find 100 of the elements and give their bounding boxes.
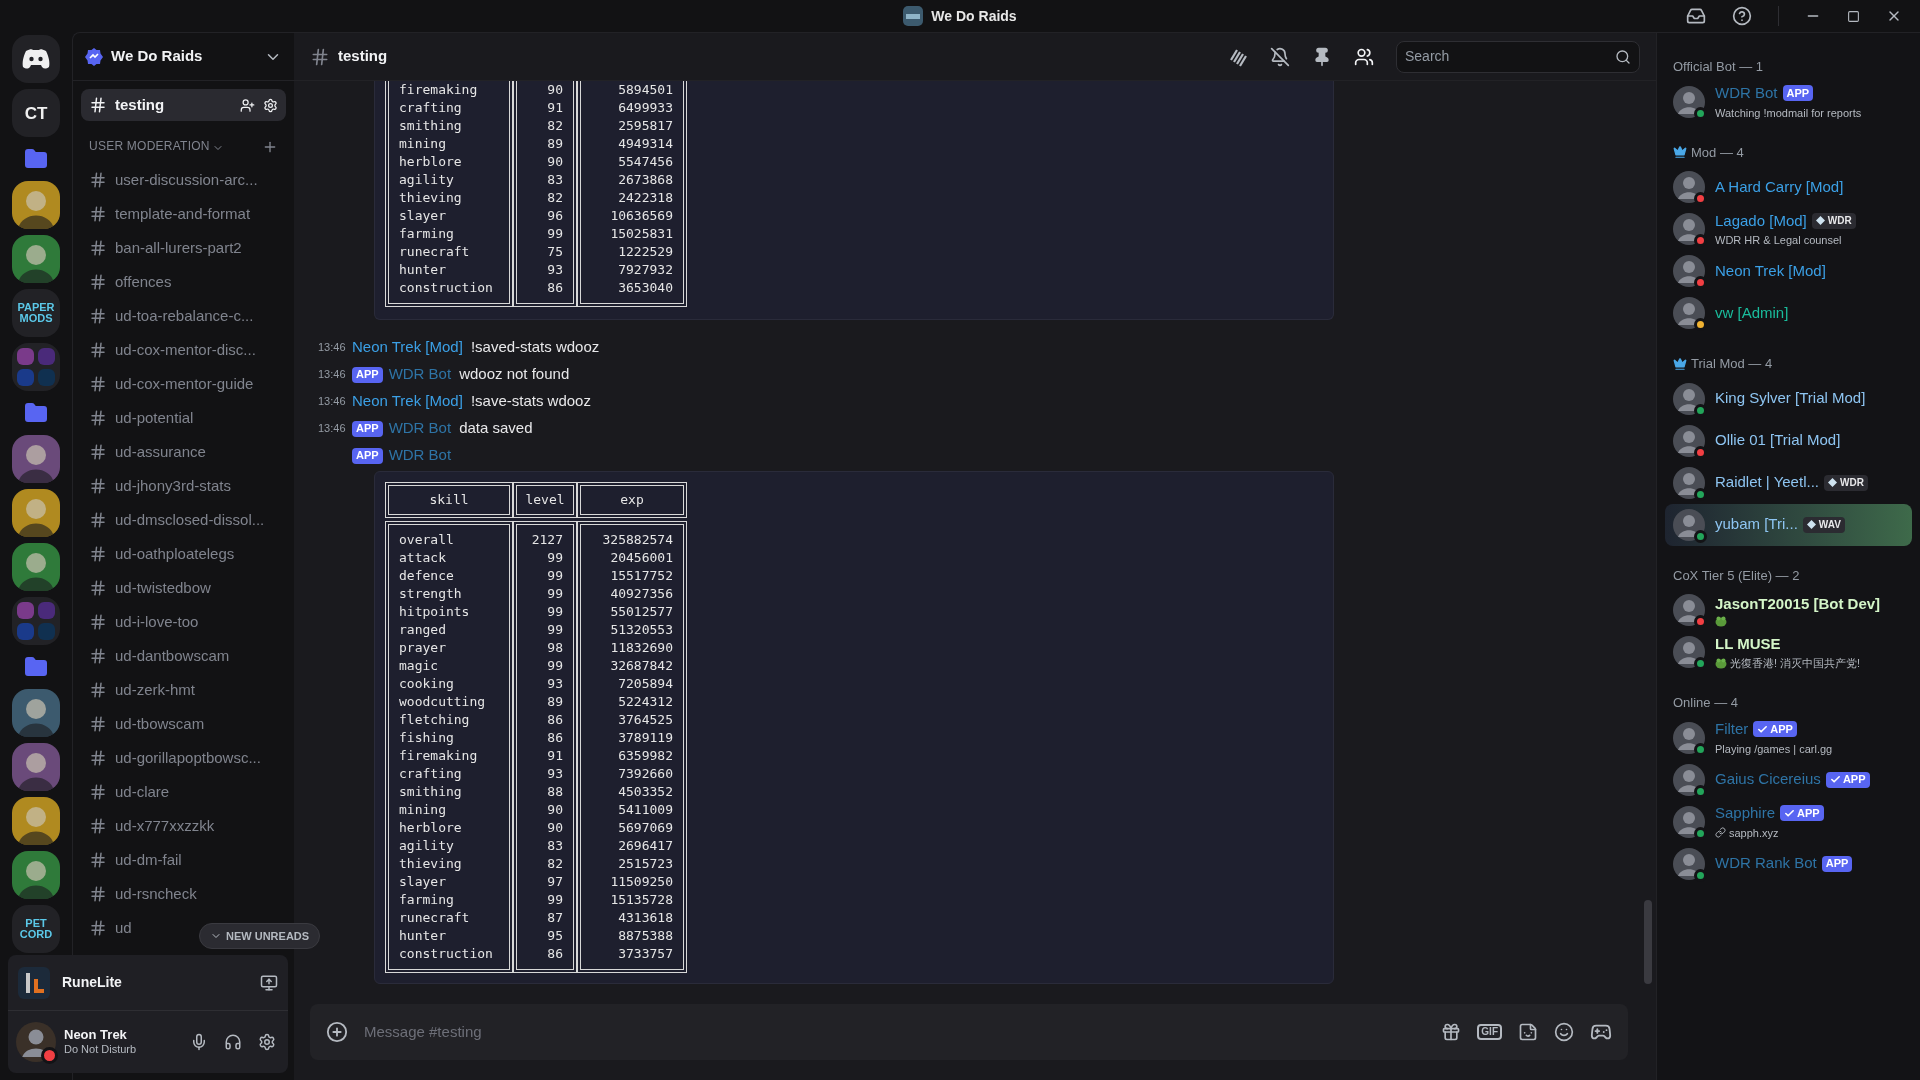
settings-icon[interactable]	[258, 1033, 276, 1051]
channel-item[interactable]: ud-twistedbow	[115, 576, 211, 600]
channel-item[interactable]: ud-clare	[115, 780, 170, 804]
message-field[interactable]: Message #testing GIF	[310, 1004, 1628, 1060]
guild-tag: WDR	[1823, 474, 1868, 491]
member-name[interactable]: Ollie 01 [Trial Mod]	[1715, 429, 1841, 452]
folder-icon[interactable]	[24, 655, 48, 679]
author-name[interactable]: WDR Bot	[388, 444, 452, 467]
server-icon[interactable]: PAPER MODS	[12, 289, 60, 337]
column-header: skill	[429, 491, 469, 509]
headphones-icon[interactable]	[224, 1033, 242, 1051]
help-icon[interactable]	[1732, 6, 1752, 26]
channel-item[interactable]: offences	[115, 270, 172, 294]
guild-tag: WDR	[1811, 212, 1856, 229]
gif-button[interactable]: GIF	[1477, 1024, 1502, 1040]
new-unreads-pill[interactable]: NEW UNREADS	[199, 923, 321, 949]
scrollbar-thumb[interactable]	[1644, 900, 1652, 984]
channel-item[interactable]: user-discussion-arc...	[115, 168, 258, 192]
channel-item[interactable]: ud-cox-mentor-guide	[115, 372, 254, 396]
server-icon[interactable]: PET CORD	[12, 905, 60, 953]
channel-item[interactable]: ud-gorillapoptbowsc...	[115, 746, 261, 770]
add-icon[interactable]	[326, 1021, 348, 1043]
channel-title: testing	[338, 46, 388, 67]
channel-item[interactable]: testing	[81, 89, 286, 121]
member-name[interactable]: A Hard Carry [Mod]	[1715, 175, 1844, 199]
author-name[interactable]: Neon Trek [Mod]	[352, 390, 463, 413]
mute-icon[interactable]	[1270, 46, 1290, 67]
channel-item[interactable]: ud-rsncheck	[115, 882, 197, 906]
members-icon[interactable]	[1354, 46, 1374, 67]
member-name[interactable]: JasonT20015 [Bot Dev]	[1715, 592, 1881, 616]
member-name[interactable]: WDR Bot	[1715, 82, 1778, 105]
table-cell-text: 83	[546, 837, 564, 855]
microphone-icon[interactable]	[190, 1033, 208, 1051]
gift-icon[interactable]	[1441, 1022, 1462, 1042]
author-name[interactable]: WDR Bot	[388, 417, 452, 440]
app-tag: APP	[1780, 805, 1824, 822]
member-name[interactable]: King Sylver [Trial Mod]	[1715, 387, 1866, 410]
member-name[interactable]: Sapphire	[1715, 802, 1776, 825]
member-name[interactable]: Raidlet | Yeetl...	[1715, 471, 1819, 494]
table-cell-text: overall	[398, 531, 455, 549]
search-field[interactable]: Search	[1396, 40, 1640, 73]
folder-icon[interactable]	[24, 147, 48, 171]
search-input[interactable]: Search	[1405, 46, 1615, 67]
channel-item[interactable]: ban-all-lurers-part2	[115, 236, 242, 260]
message-text: wdooz not found	[459, 364, 570, 385]
channel-item[interactable]: ud	[115, 916, 132, 940]
member-name[interactable]: Lagado [Mod]	[1715, 209, 1807, 232]
category-header[interactable]: USER MODERATION	[89, 137, 210, 155]
table-cell-text: 99	[546, 585, 564, 603]
channel-item[interactable]: ud-cox-mentor-disc...	[115, 338, 256, 362]
member-name[interactable]: WDR Rank Bot	[1715, 852, 1817, 875]
channel-item[interactable]: ud-tbowscam	[115, 712, 205, 736]
timestamp: 13:46	[318, 421, 346, 437]
table-cell-text: 87	[546, 909, 564, 927]
group-header: Online — 4	[1673, 694, 1739, 712]
channel-item[interactable]: ud-zerk-hmt	[115, 678, 196, 702]
member-row[interactable]: yubam [Tri... WAV	[1665, 503, 1912, 546]
pin-icon[interactable]	[1312, 46, 1332, 67]
maximize-icon[interactable]	[1847, 9, 1860, 23]
channel-item[interactable]: ud-assurance	[115, 440, 206, 464]
channel-item[interactable]: ud-jhony3rd-stats	[115, 474, 231, 498]
channel-item[interactable]: template-and-format	[115, 202, 251, 226]
channel-item[interactable]: ud-dantbowscam	[115, 644, 230, 668]
table-cell-text: agility	[398, 171, 455, 189]
member-name[interactable]: Neon Trek [Mod]	[1715, 259, 1826, 283]
emoji-icon[interactable]	[1554, 1022, 1574, 1042]
member-name[interactable]: Filter	[1715, 718, 1749, 741]
inbox-icon[interactable]	[1686, 6, 1706, 26]
channel-item[interactable]: ud-potential	[115, 406, 194, 430]
member-name[interactable]: Gaius Cicereius	[1715, 768, 1821, 791]
server-icon[interactable]: CT	[12, 89, 60, 137]
author-name[interactable]: Neon Trek [Mod]	[352, 336, 463, 359]
table-cell-text: 32687842	[609, 657, 674, 675]
author-name[interactable]: WDR Bot	[388, 363, 452, 386]
server-folder-icon[interactable]	[12, 343, 60, 391]
home-button[interactable]	[12, 35, 60, 83]
invite-icon[interactable]	[240, 97, 255, 113]
table-cell-text: crafting	[398, 99, 463, 117]
activity-name: RuneLite	[62, 973, 122, 992]
member-name[interactable]: LL MUSE	[1715, 632, 1781, 655]
message-text: data saved	[459, 418, 533, 439]
table-cell-text: 86	[546, 945, 564, 963]
add-channel-icon[interactable]	[262, 139, 278, 155]
channel-item[interactable]: ud-x777xxzzkk	[115, 814, 215, 838]
channel-item[interactable]: ud-toa-rebalance-c...	[115, 304, 254, 328]
table-cell-text: 90	[546, 819, 564, 837]
table-cell-text: firemaking	[398, 747, 479, 765]
channel-item[interactable]: ud-oathploatelegs	[115, 542, 235, 566]
server-folder-icon[interactable]	[12, 597, 60, 645]
channel-item[interactable]: ud-dmsclosed-dissol...	[115, 508, 265, 532]
server-name[interactable]: We Do Raids	[111, 45, 203, 68]
screen-share-icon[interactable]	[260, 973, 278, 992]
hash-icon	[89, 579, 107, 597]
folder-icon[interactable]	[24, 401, 48, 425]
member-name[interactable]: vw [Admin]	[1715, 301, 1789, 325]
channel-item[interactable]: ud-i-love-too	[115, 610, 199, 634]
member-name[interactable]: yubam [Tri...	[1715, 513, 1798, 536]
sticker-icon[interactable]	[1518, 1022, 1538, 1042]
channel-item[interactable]: ud-dm-fail	[115, 848, 182, 872]
message-input[interactable]: Message #testing	[364, 1020, 1426, 1044]
